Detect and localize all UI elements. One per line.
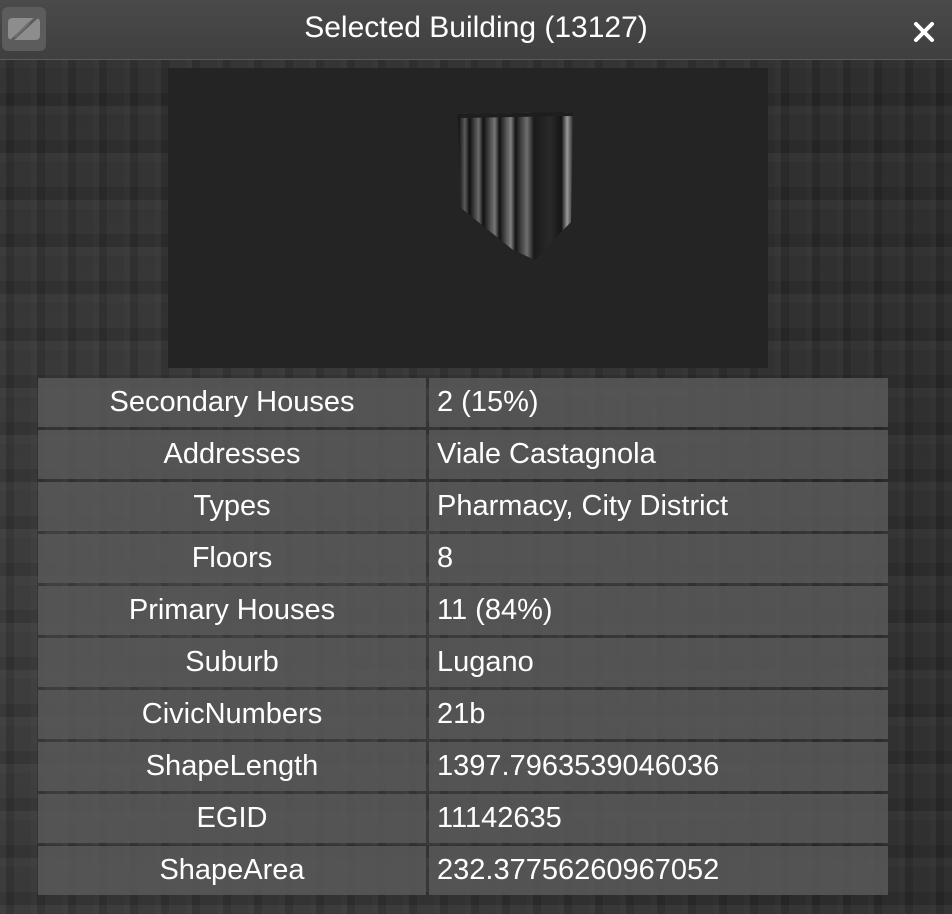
property-key: ShapeLength	[38, 742, 426, 791]
building-model	[458, 112, 573, 260]
table-row: ShapeLength 1397.7963539046036	[38, 742, 888, 791]
property-value: 8	[429, 534, 888, 583]
table-row: Primary Houses 11 (84%)	[38, 586, 888, 635]
table-row: EGID 11142635	[38, 794, 888, 843]
close-button[interactable]	[913, 21, 935, 43]
property-key: Types	[38, 482, 426, 531]
property-value: Lugano	[429, 638, 888, 687]
property-value: 232.37756260967052	[429, 846, 888, 895]
property-key: Addresses	[38, 430, 426, 479]
visibility-off-icon	[8, 15, 40, 43]
table-row: Types Pharmacy, City District	[38, 482, 888, 531]
table-row: Floors 8	[38, 534, 888, 583]
table-row: Secondary Houses 2 (15%)	[38, 378, 888, 427]
property-value: 11142635	[429, 794, 888, 843]
close-icon	[914, 22, 934, 42]
table-row: Suburb Lugano	[38, 638, 888, 687]
property-key: Primary Houses	[38, 586, 426, 635]
dialog-title: Selected Building (13127)	[304, 11, 648, 44]
property-value: 2 (15%)	[429, 378, 888, 427]
building-3d-preview[interactable]	[168, 68, 768, 368]
property-key: ShapeArea	[38, 846, 426, 895]
property-key: Floors	[38, 534, 426, 583]
property-value: Viale Castagnola	[429, 430, 888, 479]
property-value: Pharmacy, City District	[429, 482, 888, 531]
property-value: 11 (84%)	[429, 586, 888, 635]
property-key: Suburb	[38, 638, 426, 687]
dialog-titlebar: Selected Building (13127)	[0, 0, 952, 60]
table-row: Addresses Viale Castagnola	[38, 430, 888, 479]
property-key: Secondary Houses	[38, 378, 426, 427]
building-properties-table: Secondary Houses 2 (15%) Addresses Viale…	[38, 378, 888, 898]
table-row: ShapeArea 232.37756260967052	[38, 846, 888, 895]
property-key: EGID	[38, 794, 426, 843]
property-value: 1397.7963539046036	[429, 742, 888, 791]
table-row: CivicNumbers 21b	[38, 690, 888, 739]
property-value: 21b	[429, 690, 888, 739]
property-key: CivicNumbers	[38, 690, 426, 739]
toggle-visibility-button[interactable]	[2, 7, 46, 51]
